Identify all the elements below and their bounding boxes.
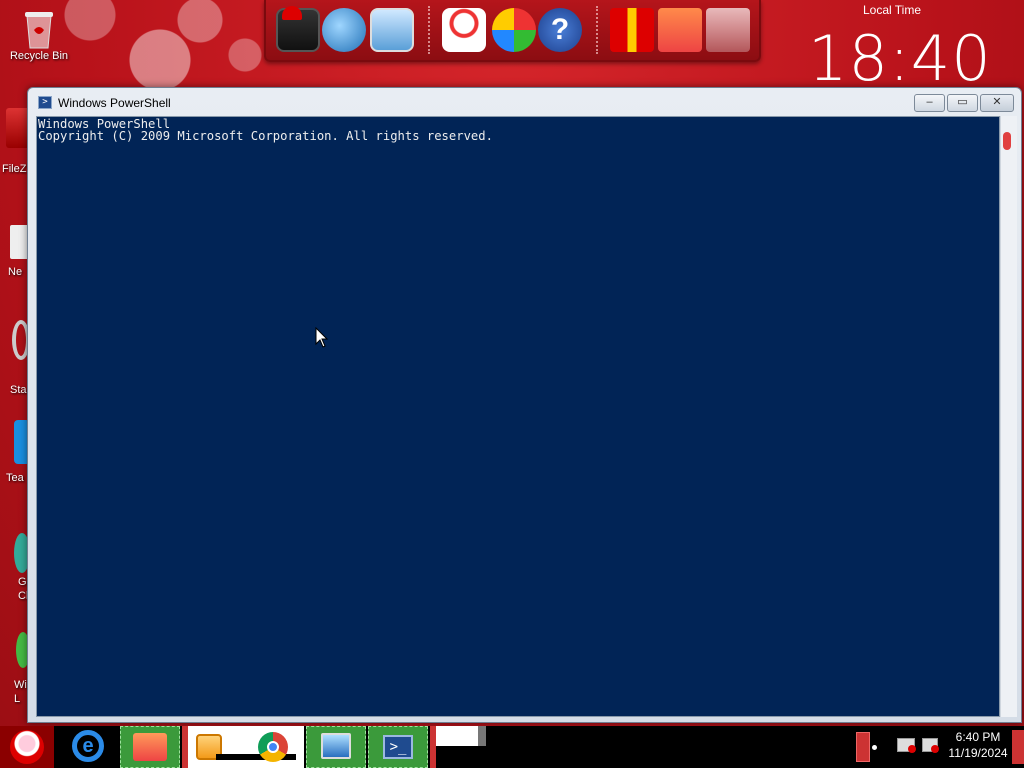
taskbar-blank-area [478, 726, 486, 746]
mouse-cursor-icon [315, 326, 329, 354]
desktop-icon-label: Ne [8, 266, 23, 278]
start-santa-icon [10, 730, 44, 764]
top-dock: ? [264, 0, 761, 62]
powershell-window: > Windows PowerShell – ▭ ✕ Windows Power… [27, 87, 1022, 723]
file-manager-button[interactable] [120, 726, 180, 768]
dock-separator [596, 6, 598, 54]
window-titlebar[interactable]: > Windows PowerShell – ▭ ✕ [28, 88, 1021, 116]
powershell-icon: > [38, 96, 52, 109]
internet-explorer-icon: e [72, 730, 104, 762]
scrollbar-thumb[interactable] [1003, 132, 1011, 150]
vertical-scrollbar[interactable] [1000, 116, 1017, 717]
windows-logo-icon[interactable] [492, 8, 536, 52]
tray-flag-icon[interactable] [856, 732, 870, 762]
recycle-bin-icon[interactable] [706, 8, 750, 52]
start-button[interactable] [0, 726, 54, 768]
taskbar: e >_ 6:40 PM 11/19/2024 [0, 726, 1024, 768]
taskbar-blank-area [436, 726, 478, 746]
local-time-clock: 18:40 [808, 22, 992, 95]
network-globe-icon[interactable] [322, 8, 366, 52]
show-desktop-button[interactable] [1012, 730, 1024, 764]
desktop-icon-label: Wi L [14, 679, 27, 705]
powershell-icon: >_ [383, 735, 413, 759]
minimize-button[interactable]: – [914, 94, 945, 112]
maximize-button[interactable]: ▭ [947, 94, 978, 112]
desktop-icon-label: Sta [10, 384, 27, 396]
powershell-taskbar-button[interactable]: >_ [368, 726, 428, 768]
close-button[interactable]: ✕ [980, 94, 1014, 112]
volume-tray-icon[interactable] [922, 738, 939, 753]
chrome-button[interactable] [256, 726, 292, 768]
dock-separator [428, 6, 430, 54]
taskbar-clock-time[interactable]: 6:40 PM [950, 730, 1006, 744]
console-line: Copyright (C) 2009 Microsoft Corporation… [38, 129, 493, 143]
tray-dot-icon [872, 745, 877, 750]
control-panel-icon[interactable] [370, 8, 414, 52]
desktop-icon-label: Recycle Bin [9, 50, 69, 62]
snowman-icon[interactable] [442, 8, 486, 52]
console-output[interactable]: Windows PowerShell Copyright (C) 2009 Mic… [36, 116, 1000, 717]
file-manager-icon [133, 733, 167, 761]
chrome-icon [258, 732, 288, 762]
desktop-icon-label: Tea [6, 472, 24, 484]
network-tray-icon[interactable] [897, 738, 916, 753]
folder-icon[interactable] [658, 8, 702, 52]
recycle-bin-icon [19, 6, 59, 49]
gift-box-icon[interactable] [610, 8, 654, 52]
remote-desktop-icon [321, 733, 351, 759]
local-time-label: Local Time [862, 3, 922, 17]
window-title: Windows PowerShell [58, 96, 171, 110]
computer-icon[interactable] [276, 6, 320, 52]
remote-desktop-button[interactable] [306, 726, 366, 768]
desktop-icon-recycle-bin[interactable]: Recycle Bin [0, 6, 78, 62]
help-icon[interactable]: ? [538, 8, 582, 52]
internet-explorer-button[interactable]: e [60, 726, 116, 768]
taskbar-clock-date[interactable]: 11/19/2024 [944, 746, 1012, 760]
desktop-icon-label: FileZ [2, 163, 27, 175]
